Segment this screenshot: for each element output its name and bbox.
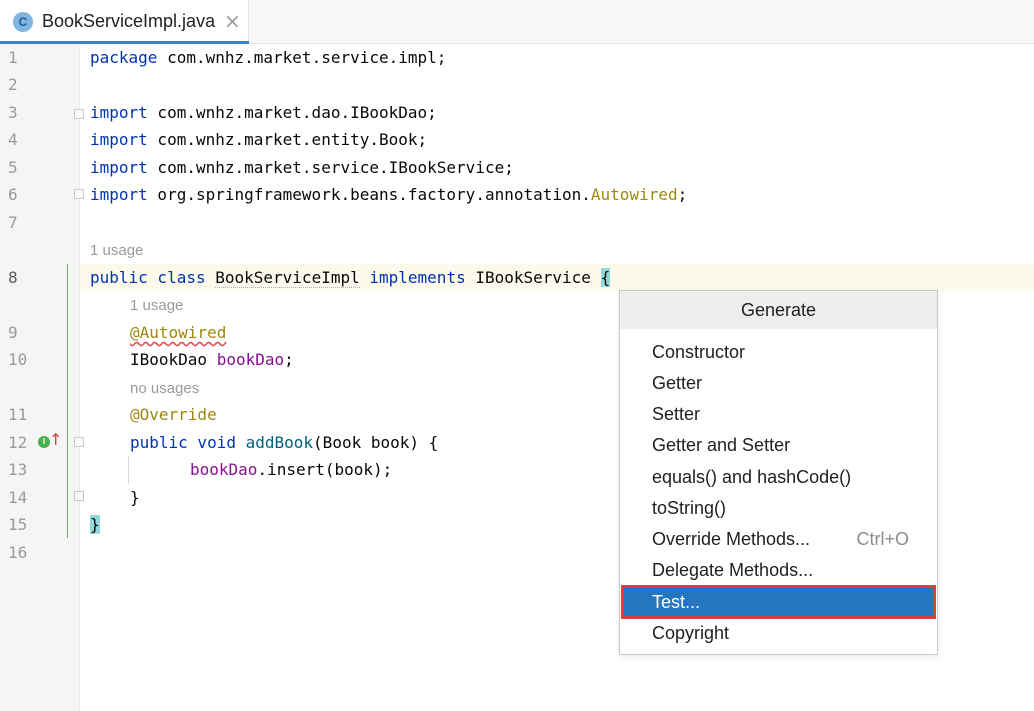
code-line-3[interactable]: import com.wnhz.market.dao.IBookDao; [90,103,437,123]
menu-item-label: Override Methods... [652,529,811,549]
field-name: bookDao [216,350,285,369]
fold-marker-icon[interactable] [74,109,84,119]
usage-hint[interactable]: 1 usage [90,242,143,260]
line-number: 3 [8,103,18,122]
code-text: .insert(book); [257,460,393,479]
keyword: import [90,130,148,149]
line-number: 9 [8,323,18,342]
keyword: public class [90,268,206,287]
line-number: 5 [8,158,18,177]
line-number: 2 [8,75,18,94]
usage-hint[interactable]: 1 usage [130,297,183,315]
menu-item-equals-hashcode[interactable]: equals() and hashCode() [621,462,936,493]
code-line-6[interactable]: import org.springframework.beans.factory… [90,185,687,205]
menu-item-label: Getter [652,373,703,393]
menu-item-label: Copyright [652,623,730,643]
menu-item-label: equals() and hashCode() [652,467,852,487]
fold-marker-icon[interactable] [74,491,84,501]
code-text: com.wnhz.market.entity.Book; [147,130,428,149]
change-marker-bar [67,264,68,538]
menu-item-label: toString() [652,498,727,518]
indent-guide [128,456,129,484]
close-icon[interactable]: × [224,9,241,33]
menu-item-copyright[interactable]: Copyright [621,618,936,649]
line-number: 1 [8,48,18,67]
keyword: implements [369,268,466,287]
code-line-15[interactable]: } [90,515,100,535]
menu-item-label: Setter [652,404,701,424]
generate-popup: Generate Constructor Getter Setter Gette… [619,290,938,655]
code-line-4[interactable]: import com.wnhz.market.entity.Book; [90,130,427,150]
fold-marker-icon[interactable] [74,437,84,447]
line-number: 7 [8,213,18,232]
menu-item-tostring[interactable]: toString() [621,493,936,524]
keyword: package [90,48,158,67]
field-name: bookDao [190,460,258,479]
method-name: addBook [245,433,314,452]
code-line-10[interactable]: IBookDao bookDao; [130,350,294,370]
menu-item-getter[interactable]: Getter [621,368,936,399]
java-class-icon: C [13,12,33,32]
code-text: } [130,488,140,507]
tab-title: BookServiceImpl.java [42,11,216,31]
tab-bookserviceimpl[interactable]: C BookServiceImpl.java × [0,0,249,44]
code-text: com.wnhz.market.dao.IBookDao; [147,103,437,122]
menu-item-delegate-methods[interactable]: Delegate Methods... [621,555,936,586]
menu-item-label: Constructor [652,342,746,362]
interface-name: IBookService [475,268,591,287]
code-line-5[interactable]: import com.wnhz.market.service.IBookServ… [90,158,514,178]
fold-marker-icon[interactable] [74,189,84,199]
editor-tab-bar: C BookServiceImpl.java × [0,0,1034,44]
line-number: 13 [8,460,28,479]
override-arrow-icon[interactable]: ↑ [49,432,62,448]
code-line-12[interactable]: public void addBook(Book book) { [130,433,438,453]
code-line-9[interactable]: @Autowired [130,323,226,343]
code-line-11[interactable]: @Override [130,405,217,425]
code-line-13[interactable]: bookDao.insert(book); [190,460,392,480]
line-number: 15 [8,515,28,534]
annotation-name: Autowired [590,185,678,204]
menu-item-shortcut: Ctrl+O [856,529,909,549]
menu-item-label: Getter and Setter [652,435,791,455]
line-number: 14 [8,488,28,507]
line-number: 8 [8,268,18,287]
code-line-8[interactable]: public class BookServiceImpl implements … [90,268,611,288]
keyword: import [90,158,148,177]
line-number: 11 [8,405,28,424]
matched-brace: } [90,515,100,534]
keyword: public void [130,433,236,452]
popup-title: Generate [620,291,937,329]
menu-item-test[interactable]: Test... [621,585,936,619]
code-text: (Book book) { [313,433,439,452]
menu-item-override-methods[interactable]: Override Methods... Ctrl+O [621,524,936,555]
keyword: import [90,103,148,122]
code-text: com.wnhz.market.service.IBookService; [147,158,514,177]
menu-item-label: Delegate Methods... [652,560,814,580]
class-name: BookServiceImpl [215,268,360,288]
code-text: ; [284,350,294,369]
menu-item-label: Test... [652,592,701,612]
code-text: ; [677,185,688,204]
line-number: 6 [8,185,18,204]
type-name: IBookDao [130,350,208,369]
menu-item-constructor[interactable]: Constructor [621,337,936,368]
line-number: 10 [8,350,28,369]
keyword: import [90,185,148,204]
menu-item-setter[interactable]: Setter [621,399,936,430]
line-number: 16 [8,543,28,562]
line-number: 4 [8,130,18,149]
code-line-14[interactable]: } [130,488,140,508]
code-text: com.wnhz.market.service.impl; [157,48,447,67]
annotation: @Override [130,405,217,424]
code-text: org.springframework.beans.factory.annota… [147,185,591,204]
code-line-1[interactable]: package com.wnhz.market.service.impl; [90,48,446,68]
annotation: @Autowired [130,323,227,342]
menu-item-getter-and-setter[interactable]: Getter and Setter [621,430,936,461]
matched-brace: { [600,268,611,287]
usage-hint[interactable]: no usages [130,380,199,398]
